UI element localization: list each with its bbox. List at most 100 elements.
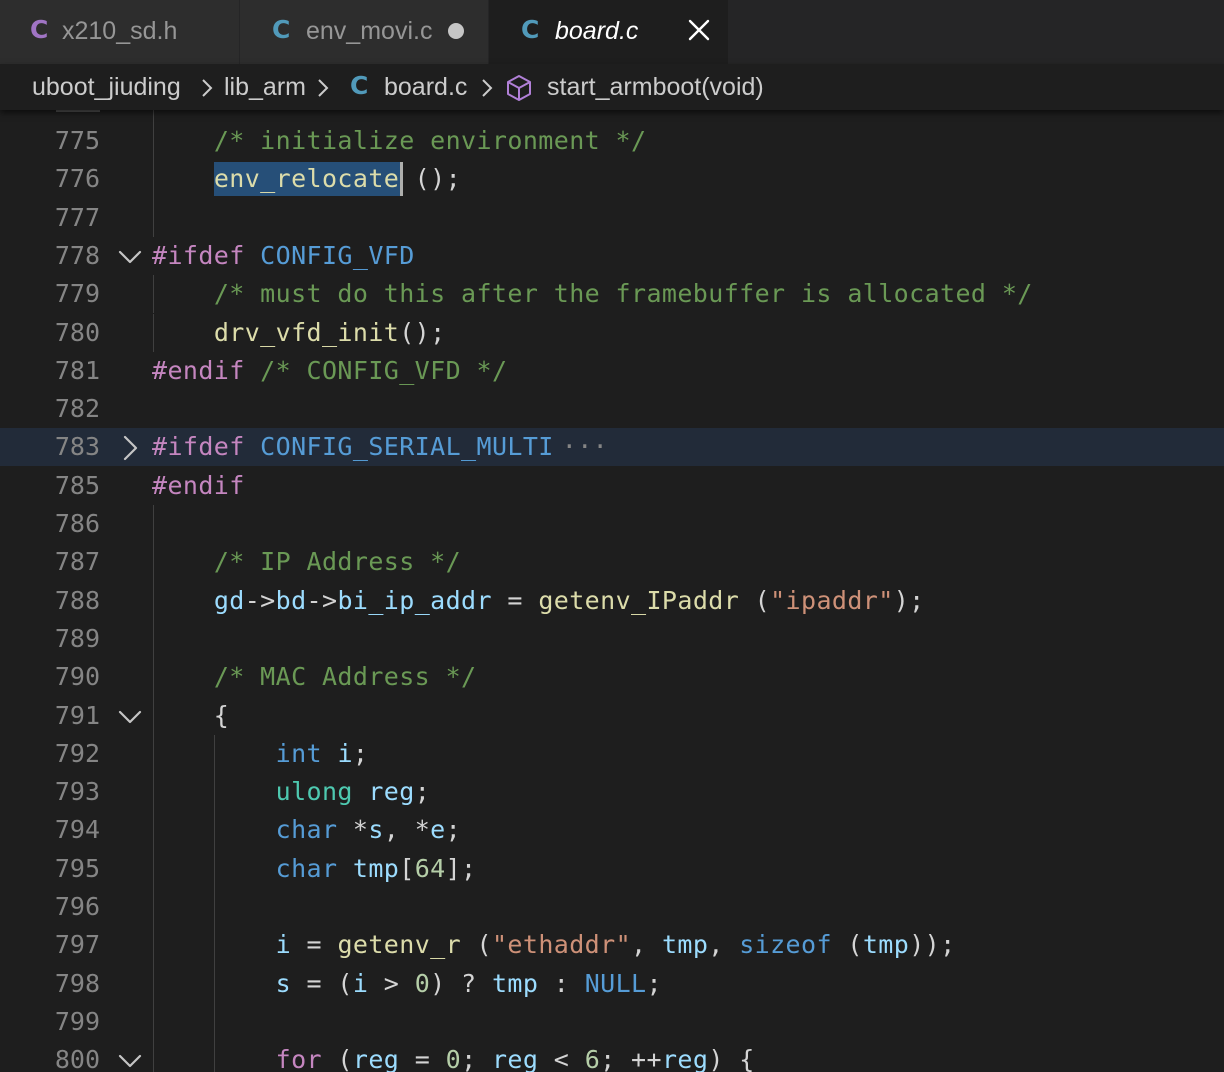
indent-guide <box>153 313 154 352</box>
code-text: s = (i > 0) ? tmp : NULL; <box>275 969 662 998</box>
code-text: /* initialize environment */ <box>213 126 647 155</box>
code-line[interactable]: 777 <box>0 199 1224 237</box>
indent-guide <box>214 734 215 1072</box>
line-number: 775 <box>54 126 100 155</box>
tab-label: board.c <box>555 17 639 45</box>
chevron-down-icon[interactable] <box>116 703 144 731</box>
code-line[interactable]: 797 i = getenv_r ("ethaddr", tmp, sizeof… <box>0 926 1224 964</box>
c-file-icon: C <box>272 15 291 44</box>
indent-guide <box>153 505 154 1072</box>
code-line[interactable]: 782 <box>0 390 1224 428</box>
code-text: /* must do this after the framebuffer is… <box>213 279 1033 308</box>
c-file-icon: C <box>521 15 540 44</box>
line-number: 797 <box>54 930 100 959</box>
folded-region-ellipsis[interactable]: ··· <box>562 428 608 466</box>
c-file-icon: C <box>30 15 49 44</box>
tab-env-movi-c[interactable]: C env_movi.c <box>240 0 489 64</box>
chevron-right-icon <box>482 79 493 97</box>
code-line[interactable]: 800 for (reg = 0; reg < 6; ++reg) { <box>0 1041 1224 1072</box>
line-number: 776 <box>54 164 100 193</box>
line-number: 788 <box>54 586 100 615</box>
chevron-right-icon[interactable] <box>116 434 144 462</box>
code-line[interactable]: 787 /* IP Address */ <box>0 543 1224 581</box>
breadcrumb-item-file[interactable]: board.c <box>384 70 467 104</box>
tab-board-c[interactable]: C board.c <box>489 0 729 64</box>
chevron-down-icon[interactable] <box>116 1047 144 1072</box>
line-number: 796 <box>54 892 100 921</box>
line-number: 798 <box>54 969 100 998</box>
code-line[interactable]: 795 char tmp[64]; <box>0 850 1224 888</box>
c-file-icon: C <box>350 71 369 100</box>
code-editor[interactable]: 775 /* initialize environment */776 env_… <box>0 110 1224 1072</box>
text-cursor <box>399 162 403 196</box>
code-line[interactable]: 780 drv_vfd_init(); <box>0 314 1224 352</box>
line-number: 791 <box>54 701 100 730</box>
line-number: 779 <box>54 279 100 308</box>
code-line[interactable]: 778 #ifdef CONFIG_VFD <box>0 237 1224 275</box>
line-number: 777 <box>54 203 100 232</box>
code-line[interactable]: 786 <box>0 505 1224 543</box>
line-number: 778 <box>54 241 100 270</box>
line-number: 780 <box>54 318 100 347</box>
indent-guide <box>153 275 154 314</box>
code-line[interactable]: 781 #endif /* CONFIG_VFD */ <box>0 352 1224 390</box>
code-text: /* IP Address */ <box>213 547 462 576</box>
code-text: i = getenv_r ("ethaddr", tmp, sizeof (tm… <box>275 930 956 959</box>
chevron-right-icon <box>318 79 329 97</box>
breadcrumb-item-folder[interactable]: lib_arm <box>224 70 306 104</box>
line-number: 790 <box>54 662 100 691</box>
code-line[interactable]: 799 <box>0 1003 1224 1041</box>
code-line[interactable]: 785 #endif <box>0 467 1224 505</box>
tab-x210-sd-h[interactable]: C x210_sd.h <box>0 0 240 64</box>
editor-tab-bar: C x210_sd.h C env_movi.c C board.c <box>0 0 1224 64</box>
code-line[interactable]: 788 gd->bd->bi_ip_addr = getenv_IPaddr (… <box>0 582 1224 620</box>
tab-label: env_movi.c <box>306 17 433 45</box>
line-number: 781 <box>54 356 100 385</box>
code-text: char *s, *e; <box>275 815 462 844</box>
cube-icon <box>507 75 531 101</box>
code-line[interactable]: 792 int i; <box>0 735 1224 773</box>
indent-guide <box>153 110 154 237</box>
code-line[interactable]: 794 char *s, *e; <box>0 811 1224 849</box>
line-number: 799 <box>54 1007 100 1036</box>
code-text: /* MAC Address */ <box>213 662 477 691</box>
breadcrumb-item-symbol[interactable]: start_armboot(void) <box>547 70 764 104</box>
line-number: 789 <box>54 624 100 653</box>
close-icon[interactable] <box>681 12 717 48</box>
code-line[interactable]: 779 /* must do this after the framebuffe… <box>0 275 1224 313</box>
code-line[interactable]: 789 <box>0 620 1224 658</box>
breadcrumb: uboot_jiuding lib_arm C board.c start_ar… <box>0 64 1224 110</box>
code-text: int i; <box>275 739 369 768</box>
code-text: env_relocate (); <box>213 164 462 193</box>
tab-label: x210_sd.h <box>62 17 178 45</box>
code-line[interactable]: 793 ulong reg; <box>0 773 1224 811</box>
code-text: #ifdef CONFIG_VFD <box>152 241 415 270</box>
code-text: drv_vfd_init(); <box>213 318 446 347</box>
code-line[interactable]: 798 s = (i > 0) ? tmp : NULL; <box>0 965 1224 1003</box>
code-text: ulong reg; <box>275 777 431 806</box>
code-line[interactable]: 790 /* MAC Address */ <box>0 658 1224 696</box>
code-text: #endif <box>152 471 245 500</box>
modified-dot-icon[interactable] <box>448 23 464 39</box>
code-line[interactable]: 775 /* initialize environment */ <box>0 122 1224 160</box>
code-line[interactable]: 783 #ifdef CONFIG_SERIAL_MULTI ··· <box>0 428 1224 466</box>
code-text: gd->bd->bi_ip_addr = getenv_IPaddr ("ipa… <box>213 586 925 615</box>
line-number: 786 <box>54 509 100 538</box>
line-number: 785 <box>54 471 100 500</box>
breadcrumb-item-folder[interactable]: uboot_jiuding <box>32 70 181 104</box>
line-number: 782 <box>54 394 100 423</box>
chevron-down-icon[interactable] <box>116 243 144 271</box>
code-text: char tmp[64]; <box>275 854 477 883</box>
code-text: for (reg = 0; reg < 6; ++reg) { <box>275 1045 755 1072</box>
code-line[interactable]: 791 { <box>0 697 1224 735</box>
partial-line-number <box>56 110 100 112</box>
line-number: 783 <box>54 432 100 461</box>
line-number: 787 <box>54 547 100 576</box>
line-number: 793 <box>54 777 100 806</box>
line-number: 795 <box>54 854 100 883</box>
code-line[interactable]: 796 <box>0 888 1224 926</box>
code-text: { <box>152 701 230 730</box>
code-text: #ifdef CONFIG_SERIAL_MULTI ··· <box>152 428 608 466</box>
line-number: 800 <box>54 1045 100 1072</box>
code-line[interactable]: 776 env_relocate (); <box>0 160 1224 198</box>
